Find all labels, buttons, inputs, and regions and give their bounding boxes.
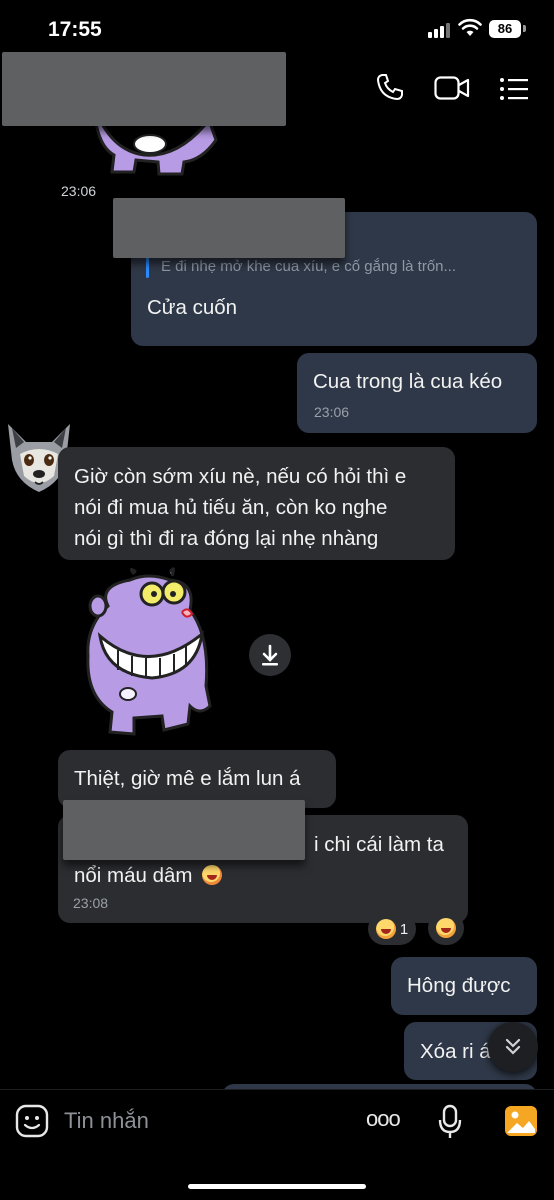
message-text: Xóa ri á [420,1040,491,1063]
message-input[interactable]: Tin nhắn [64,1108,149,1134]
composer-divider [0,1089,554,1090]
cellular-signal-icon [428,22,452,38]
hippo-sticker[interactable] [78,566,220,742]
quoted-message-text: E đi nhẹ mở khe cua xíu, e cố gắng là tr… [161,258,457,275]
message-text: Hông được [407,974,511,997]
quoted-sender-redacted [113,198,345,258]
microphone-icon[interactable] [438,1104,462,1140]
double-chevron-down-icon [505,1038,521,1055]
message-bubble-out[interactable]: Cua trong là cua kéo 23:06 [297,353,537,433]
quote-bar [146,256,149,278]
message-text: Thiệt, giờ mê e lắm lun á [74,767,301,790]
message-text-line1: i chi cái làm ta [314,833,444,856]
scroll-to-bottom-button[interactable] [488,1022,538,1072]
laughing-face-icon [375,919,396,939]
reaction-count: 1 [399,920,409,938]
add-reaction-button[interactable] [428,911,464,945]
message-text: Cửa cuốn [147,296,238,319]
home-indicator [188,1184,366,1189]
reaction-badge[interactable]: 1 [368,913,416,945]
message-text: nổi máu dâm [74,864,193,887]
message-text: Cua trong là cua kéo [313,370,503,393]
video-call-icon[interactable] [434,76,470,100]
message-line: nói đi mua hủ tiếu ăn, còn ko nghe [74,496,388,519]
message-line: nói gì thì đi ra đóng lại nhẹ nhàng [74,527,379,550]
wifi-icon [458,18,482,36]
message-time: 23:06 [314,404,350,420]
more-options-icon[interactable]: ooo [366,1106,401,1132]
status-time: 17:55 [48,18,102,41]
menu-list-icon[interactable] [499,77,529,101]
phone-icon[interactable] [376,73,404,101]
laughing-face-icon [436,918,456,938]
message-bubble-out[interactable]: Hông được [391,957,537,1015]
message-text-redacted [63,800,305,860]
sticker-emoji-icon[interactable] [15,1104,49,1138]
contact-name-redacted[interactable] [2,52,286,126]
message-text: Giờ còn sớm xíu nè, nếu có hỏi thì e nói… [74,461,406,554]
download-icon [262,644,278,666]
message-text-line2: nổi máu dâm [74,860,223,891]
message-line: Giờ còn sớm xíu nè, nếu có hỏi thì e [74,465,407,488]
gallery-image-icon[interactable] [504,1105,538,1137]
sticker-timestamp: 23:06 [61,183,97,199]
message-time: 23:08 [73,895,109,911]
battery-tip [523,25,526,32]
message-bubble-in[interactable]: Giờ còn sớm xíu nè, nếu có hỏi thì e nói… [58,447,455,560]
battery-indicator: 86 [489,20,521,38]
download-button[interactable] [249,634,291,676]
angry-face-emoji-icon [202,865,223,885]
